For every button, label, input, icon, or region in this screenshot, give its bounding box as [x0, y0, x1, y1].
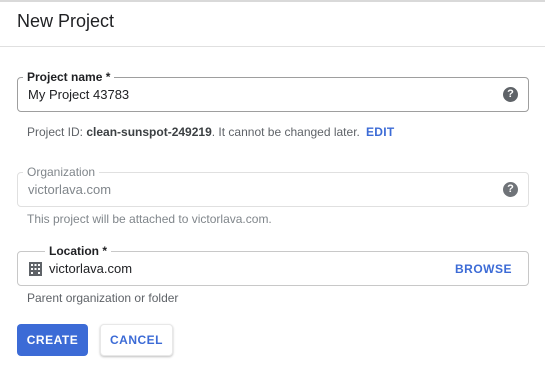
project-id-prefix: Project ID: [27, 125, 87, 139]
help-icon[interactable]: ? [503, 87, 518, 102]
dialog-title: New Project [17, 11, 115, 31]
project-id-suffix: . It cannot be changed later. [211, 125, 360, 139]
location-hint: Parent organization or folder [27, 291, 179, 305]
project-id-hint: Project ID: clean-sunspot-249219. It can… [27, 125, 394, 139]
building-icon [29, 262, 42, 276]
location-value: victorlava.com [49, 261, 133, 276]
project-id-value: clean-sunspot-249219 [86, 125, 212, 139]
create-button[interactable]: CREATE [17, 324, 88, 356]
organization-hint: This project will be attached to victorl… [27, 212, 272, 226]
edit-project-id-link[interactable]: EDIT [366, 125, 395, 139]
project-name-field[interactable]: Project name * My Project 43783 ? [17, 69, 529, 112]
project-name-label: Project name * [23, 69, 115, 85]
cancel-button[interactable]: CANCEL [100, 324, 173, 356]
project-name-input[interactable]: My Project 43783 [28, 87, 129, 102]
browse-button[interactable]: BROWSE [455, 262, 512, 276]
location-field[interactable]: Location * victorlava.com BROWSE [17, 243, 529, 286]
help-icon[interactable]: ? [503, 182, 518, 197]
dialog-header: New Project [0, 2, 545, 47]
location-label: Location * [45, 243, 112, 259]
organization-value: victorlava.com [28, 182, 112, 197]
organization-field: Organization victorlava.com ? [17, 164, 529, 207]
organization-label: Organization [23, 164, 100, 180]
